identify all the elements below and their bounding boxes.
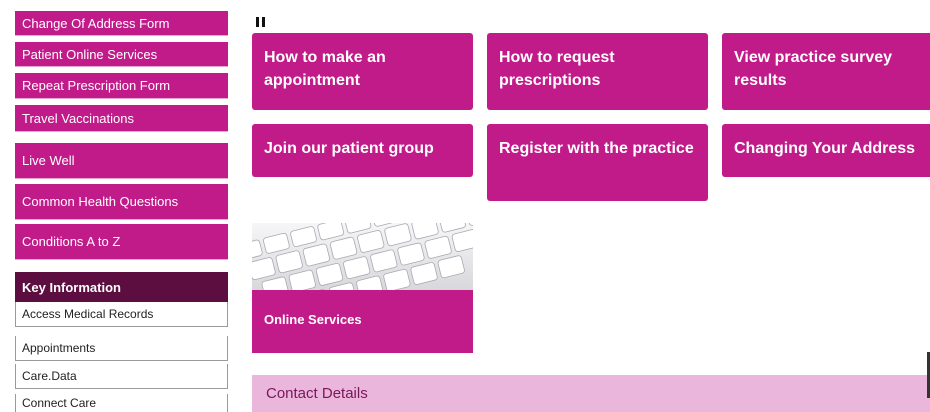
sidebar-link-conditions-a-to-z[interactable]: Conditions A to Z	[15, 224, 228, 260]
tile-request-prescriptions[interactable]: How to request prescriptions	[487, 33, 708, 110]
sidebar-link-label: Conditions A to Z	[22, 234, 121, 249]
sidebar-link-change-of-address[interactable]: Change Of Address Form	[15, 11, 228, 36]
keyboard-image	[252, 223, 473, 290]
tile-label: Join our patient group	[264, 140, 434, 157]
contact-details-bar[interactable]: Contact Details	[252, 375, 930, 412]
online-services-label: Online Services	[264, 312, 362, 327]
tile-make-appointment[interactable]: How to make an appointment	[252, 33, 473, 110]
key-info-link-appointments[interactable]: Appointments	[15, 336, 228, 361]
key-info-link-connect-care[interactable]: Connect Care	[15, 394, 228, 412]
sidebar-link-repeat-prescription[interactable]: Repeat Prescription Form	[15, 73, 228, 99]
tile-practice-survey-results[interactable]: View practice survey results	[722, 33, 930, 110]
tile-register-practice[interactable]: Register with the practice	[487, 124, 708, 201]
sidebar-link-label: Common Health Questions	[22, 194, 179, 209]
key-info-label: Appointments	[22, 341, 96, 355]
tile-label: How to request prescriptions	[499, 49, 615, 89]
key-info-label: Care.Data	[22, 369, 77, 383]
sidebar-link-travel-vaccinations[interactable]: Travel Vaccinations	[15, 105, 228, 132]
online-services-card[interactable]: Online Services	[252, 223, 473, 353]
contact-details-label: Contact Details	[266, 385, 368, 402]
sidebar-link-label: Travel Vaccinations	[22, 110, 134, 126]
sidebar-link-label: Change Of Address Form	[22, 15, 170, 31]
key-information-header: Key Information	[15, 272, 228, 302]
key-info-link-access-medical-records[interactable]: Access Medical Records	[15, 302, 228, 327]
sidebar-link-label: Patient Online Services	[22, 46, 158, 62]
tile-changing-address[interactable]: Changing Your Address	[722, 124, 930, 177]
sidebar-link-label: Live Well	[22, 153, 75, 168]
pause-icon[interactable]	[256, 17, 265, 27]
tile-join-patient-group[interactable]: Join our patient group	[252, 124, 473, 177]
tile-label: Changing Your Address	[734, 140, 916, 157]
pause-bar-right	[262, 17, 265, 27]
key-info-link-care-data[interactable]: Care.Data	[15, 364, 228, 389]
key-info-label: Connect Care	[22, 396, 97, 410]
key-information-title: Key Information	[22, 279, 121, 295]
sidebar-link-live-well[interactable]: Live Well	[15, 143, 228, 179]
sidebar-link-label: Repeat Prescription Form	[22, 78, 171, 93]
key-info-label: Access Medical Records	[22, 307, 154, 321]
tile-label: How to make an appointment	[264, 49, 386, 89]
sidebar-link-common-health-questions[interactable]: Common Health Questions	[15, 184, 228, 220]
tile-label: Register with the practice	[499, 140, 694, 157]
sidebar-link-patient-online-services[interactable]: Patient Online Services	[15, 42, 228, 67]
tile-label: View practice survey results	[734, 49, 893, 89]
pause-bar-left	[256, 17, 259, 27]
